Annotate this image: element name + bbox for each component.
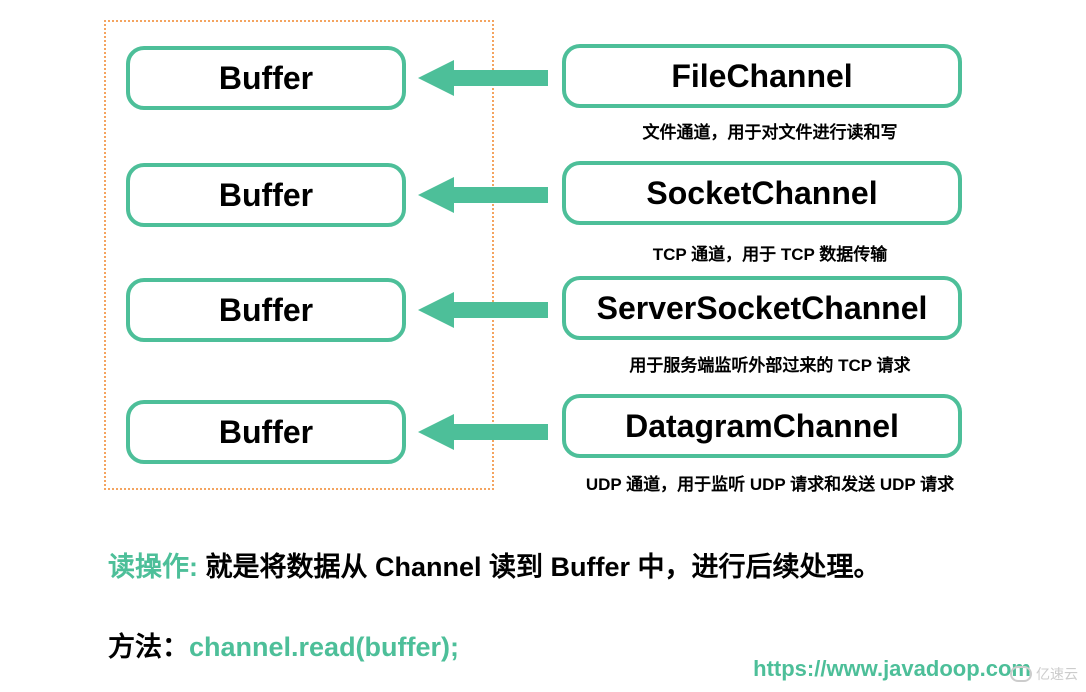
method-text: 方法：channel.read(buffer); [108, 625, 459, 664]
channel-desc-datagramchannel: UDP 通道，用于监听 UDP 请求和发送 UDP 请求 [560, 470, 980, 495]
channel-name: DatagramChannel [625, 408, 899, 445]
channel-desc-socketchannel: TCP 通道，用于 TCP 数据传输 [560, 240, 980, 265]
channel-box-serversocketchannel: ServerSocketChannel [562, 276, 962, 340]
arrow-left-icon [418, 412, 548, 452]
buffer-label: Buffer [219, 292, 313, 329]
method-code: channel.read(buffer); [189, 632, 459, 662]
buffer-box-2: Buffer [126, 278, 406, 342]
watermark-icon [1010, 666, 1032, 682]
buffer-box-0: Buffer [126, 46, 406, 110]
read-operation-text: 读操作: 就是将数据从 Channel 读到 Buffer 中，进行后续处理。 [108, 545, 881, 584]
buffer-label: Buffer [219, 414, 313, 451]
channel-name: FileChannel [671, 58, 852, 95]
read-op-body: 就是将数据从 Channel 读到 Buffer 中，进行后续处理。 [198, 552, 881, 582]
buffer-box-1: Buffer [126, 163, 406, 227]
arrow-left-icon [418, 290, 548, 330]
channel-name: ServerSocketChannel [597, 290, 928, 327]
buffer-label: Buffer [219, 60, 313, 97]
read-op-label: 读操作: [108, 552, 198, 582]
arrow-left-icon [418, 58, 548, 98]
watermark-text: 亿速云 [1036, 664, 1078, 684]
channel-desc-serversocketchannel: 用于服务端监听外部过来的 TCP 请求 [560, 351, 980, 376]
buffer-label: Buffer [219, 177, 313, 214]
watermark: 亿速云 [1010, 664, 1078, 684]
source-url: https://www.javadoop.com [753, 656, 1031, 682]
channel-box-datagramchannel: DatagramChannel [562, 394, 962, 458]
channel-desc-filechannel: 文件通道，用于对文件进行读和写 [560, 118, 980, 143]
channel-box-filechannel: FileChannel [562, 44, 962, 108]
method-label: 方法： [108, 632, 189, 662]
channel-box-socketchannel: SocketChannel [562, 161, 962, 225]
channel-name: SocketChannel [646, 175, 877, 212]
arrow-left-icon [418, 175, 548, 215]
buffer-box-3: Buffer [126, 400, 406, 464]
